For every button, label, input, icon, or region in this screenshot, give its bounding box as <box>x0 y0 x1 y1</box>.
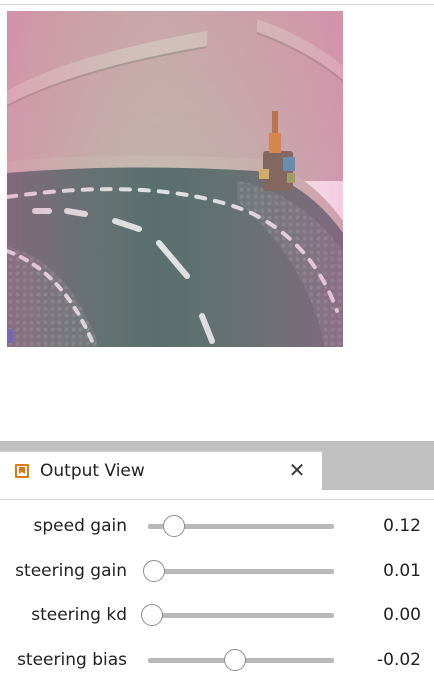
slider-track[interactable] <box>148 515 334 537</box>
camera-feed-image <box>7 11 343 347</box>
slider-track[interactable] <box>148 649 334 671</box>
control-value: 0.00 <box>383 605 421 625</box>
tab-title: Output View <box>40 461 145 481</box>
slider-handle[interactable] <box>140 604 163 626</box>
control-value: -0.02 <box>377 650 421 670</box>
control-label: steering bias <box>17 650 127 670</box>
control-label: steering kd <box>31 605 127 625</box>
control-value: 0.01 <box>383 561 421 581</box>
output-view-icon <box>15 464 29 478</box>
slider-handle[interactable] <box>142 560 165 582</box>
control-label: steering gain <box>15 561 127 581</box>
tab-output-view[interactable]: Output View ✕ <box>0 451 322 490</box>
top-divider <box>0 4 434 5</box>
slider-track[interactable] <box>140 604 334 626</box>
control-row: steering kd 0.00 <box>0 600 434 630</box>
close-icon[interactable]: ✕ <box>285 458 309 482</box>
control-row: speed gain 0.12 <box>0 511 434 541</box>
control-label: speed gain <box>33 516 127 536</box>
control-value: 0.12 <box>383 516 421 536</box>
tab-divider <box>0 499 434 500</box>
slider-handle[interactable] <box>163 515 186 537</box>
notebook-output: Output View ✕ speed gain 0.12 steering gai… <box>0 0 434 688</box>
control-row: steering bias -0.02 <box>0 645 434 675</box>
control-row: steering gain 0.01 <box>0 556 434 586</box>
slider-handle[interactable] <box>224 649 247 671</box>
slider-track[interactable] <box>142 560 334 582</box>
